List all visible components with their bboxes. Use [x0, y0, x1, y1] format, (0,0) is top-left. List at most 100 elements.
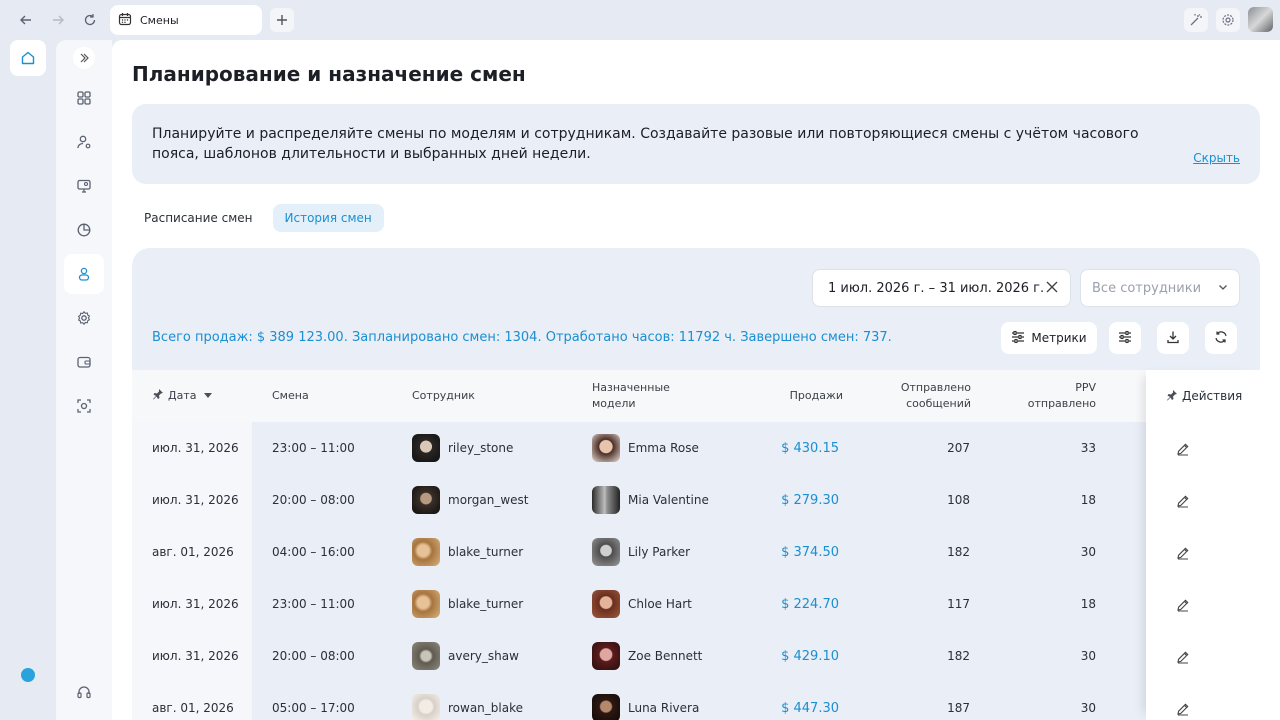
page-title: Планирование и назначение смен — [132, 62, 526, 86]
employee-avatar — [412, 538, 440, 566]
model-avatar — [592, 590, 620, 618]
filter-sliders-icon — [1118, 330, 1132, 347]
back-icon[interactable] — [16, 10, 36, 30]
row-model[interactable]: Chloe Hart — [592, 578, 692, 630]
forward-icon[interactable] — [48, 10, 68, 30]
row-sales: $ 279.30 — [781, 492, 839, 508]
row-model[interactable]: Mia Valentine — [592, 474, 709, 526]
sidebar — [56, 40, 112, 720]
row-employee[interactable]: rowan_blake — [412, 682, 523, 720]
date-range-picker[interactable]: 1 июл. 2026 г. – 31 июл. 2026 г. — [812, 269, 1071, 307]
date-range-value: 1 июл. 2026 г. – 31 июл. 2026 г. — [828, 280, 1045, 296]
filter-settings-button[interactable] — [1109, 322, 1141, 354]
row-date: авг. 01, 2026 — [152, 545, 234, 559]
row-messages: 108 — [947, 493, 970, 507]
row-employee[interactable]: blake_turner — [412, 578, 523, 630]
model-avatar — [592, 642, 620, 670]
sliders-icon — [1011, 330, 1025, 347]
gear-icon[interactable] — [64, 298, 104, 338]
table-row[interactable]: июл. 31, 2026 20:00 – 08:00 avery_shaw Z… — [132, 630, 1260, 682]
tab-shift-schedule[interactable]: Расписание смен — [132, 204, 265, 232]
column-employee: Сотрудник — [412, 389, 475, 402]
row-shift: 05:00 – 17:00 — [272, 701, 355, 715]
monitor-user-icon[interactable] — [64, 166, 104, 206]
row-sales: $ 224.70 — [781, 596, 839, 612]
row-date: июл. 31, 2026 — [152, 597, 239, 611]
edit-pencil-icon[interactable] — [1176, 597, 1190, 612]
info-banner: Планируйте и распределяйте смены по моде… — [132, 104, 1260, 184]
row-employee[interactable]: morgan_west — [412, 474, 528, 526]
row-ppv: 30 — [1080, 545, 1096, 559]
settings-gear-icon[interactable] — [1216, 8, 1240, 32]
expand-sidebar-icon[interactable] — [73, 47, 95, 69]
edit-pencil-icon[interactable] — [1176, 493, 1190, 508]
column-models-line2: модели — [592, 397, 636, 410]
row-ppv: 30 — [1080, 701, 1096, 715]
column-shift: Смена — [272, 389, 309, 402]
new-tab-button[interactable] — [270, 8, 294, 32]
row-messages: 207 — [947, 441, 970, 455]
model-name: Mia Valentine — [628, 493, 709, 507]
user-settings-icon[interactable] — [64, 122, 104, 162]
column-sales: Продажи — [789, 389, 843, 402]
table-row[interactable]: июл. 31, 2026 23:00 – 11:00 blake_turner… — [132, 578, 1260, 630]
row-model[interactable]: Luna Rivera — [592, 682, 699, 720]
model-avatar — [592, 434, 620, 462]
browser-tab[interactable]: Смены — [110, 5, 262, 35]
row-model[interactable]: Zoe Bennett — [592, 630, 702, 682]
table-row[interactable]: авг. 01, 2026 05:00 – 17:00 rowan_blake … — [132, 682, 1260, 720]
wallet-icon[interactable] — [64, 342, 104, 382]
column-messages-line1: Отправлено — [900, 381, 971, 394]
user-avatar[interactable] — [1248, 7, 1273, 32]
edit-pencil-icon[interactable] — [1176, 441, 1190, 456]
dashboard-grid-icon[interactable] — [64, 78, 104, 118]
row-sales: $ 374.50 — [781, 544, 839, 560]
model-name: Luna Rivera — [628, 701, 700, 715]
edit-pencil-icon[interactable] — [1176, 545, 1190, 560]
model-name: Lily Parker — [628, 545, 691, 559]
clear-date-icon[interactable] — [1044, 279, 1060, 299]
employee-name: morgan_west — [448, 493, 529, 507]
browser-tab-title: Смены — [140, 13, 179, 27]
column-ppv-line1: PPV — [1075, 381, 1096, 394]
edit-pencil-icon[interactable] — [1176, 701, 1190, 716]
download-button[interactable] — [1157, 322, 1189, 354]
row-employee[interactable]: avery_shaw — [412, 630, 519, 682]
column-messages: Отправлено сообщений — [852, 370, 971, 422]
table-row[interactable]: июл. 31, 2026 23:00 – 11:00 riley_stone … — [132, 422, 1260, 474]
pie-chart-icon[interactable] — [64, 210, 104, 250]
column-date[interactable]: Дата — [152, 370, 252, 422]
row-ppv: 18 — [1080, 493, 1096, 507]
hide-info-link[interactable]: Скрыть — [1193, 148, 1240, 168]
calendar-icon — [118, 12, 132, 29]
tab-shift-history[interactable]: История смен — [272, 204, 384, 232]
row-model[interactable]: Emma Rose — [592, 422, 699, 474]
employee-avatar — [412, 434, 440, 462]
table-row[interactable]: июл. 31, 2026 20:00 – 08:00 morgan_west … — [132, 474, 1260, 526]
row-model[interactable]: Lily Parker — [592, 526, 690, 578]
metrics-button[interactable]: Метрики — [1001, 322, 1097, 354]
row-messages: 187 — [947, 701, 970, 715]
magic-wand-icon[interactable] — [1184, 8, 1208, 32]
table-row[interactable]: авг. 01, 2026 04:00 – 16:00 blake_turner… — [132, 526, 1260, 578]
employee-select[interactable]: Все сотрудники — [1080, 269, 1240, 307]
shifts-users-icon[interactable] — [64, 254, 104, 294]
telegram-icon[interactable] — [21, 668, 35, 682]
refresh-button[interactable] — [1205, 322, 1237, 354]
edit-pencil-icon[interactable] — [1176, 649, 1190, 664]
home-icon[interactable] — [10, 40, 46, 76]
employee-name: avery_shaw — [448, 649, 519, 663]
row-employee[interactable]: riley_stone — [412, 422, 513, 474]
employee-name: riley_stone — [448, 441, 514, 455]
model-name: Zoe Bennett — [628, 649, 703, 663]
row-sales: $ 429.10 — [781, 648, 839, 664]
model-avatar — [592, 538, 620, 566]
reload-icon[interactable] — [80, 10, 100, 30]
target-scan-icon[interactable] — [64, 386, 104, 426]
headset-support-icon[interactable] — [64, 672, 104, 712]
row-employee[interactable]: blake_turner — [412, 526, 523, 578]
column-models-line1: Назначенные — [592, 381, 670, 394]
row-shift: 20:00 – 08:00 — [272, 649, 355, 663]
row-sales: $ 447.30 — [781, 700, 839, 716]
chevron-down-icon — [1213, 281, 1229, 297]
